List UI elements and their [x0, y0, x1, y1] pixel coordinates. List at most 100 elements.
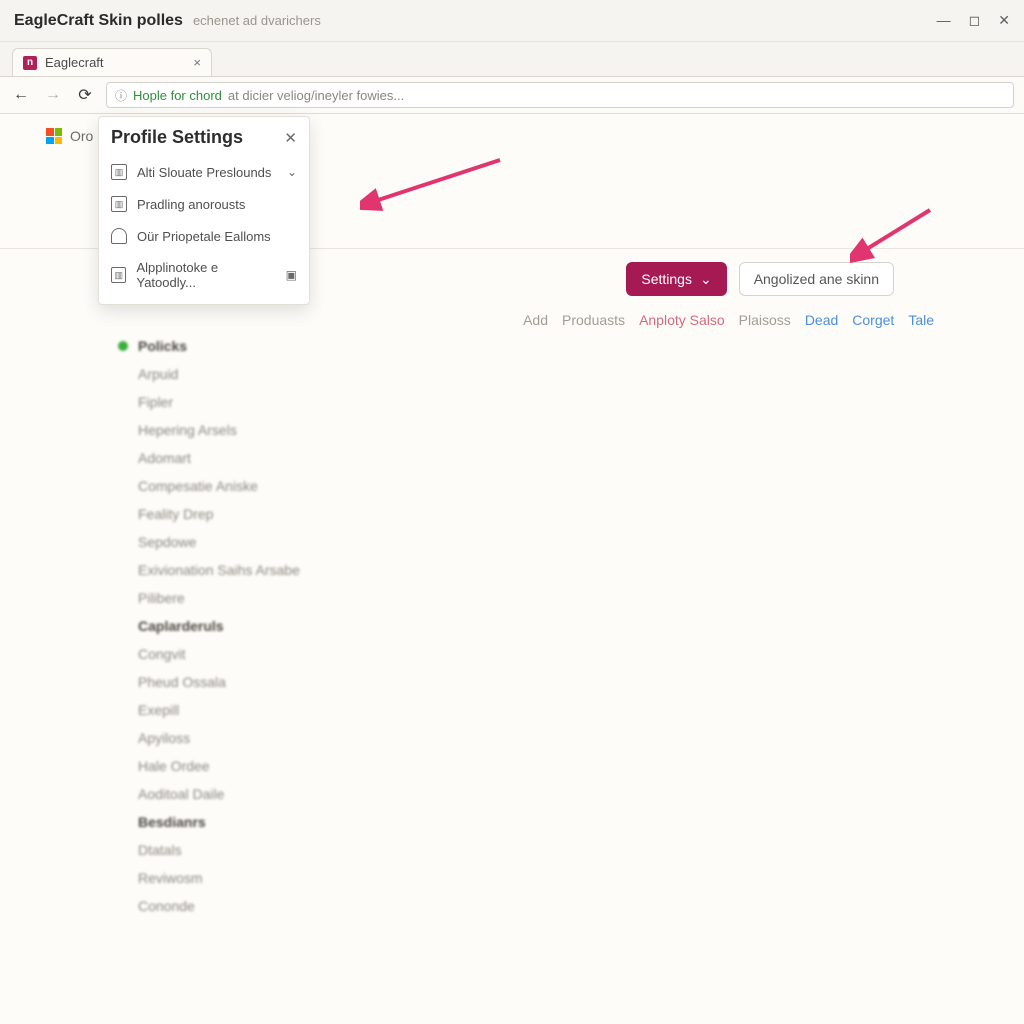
- sidebar-item[interactable]: Compesatie Aniske: [118, 472, 378, 500]
- window-controls: — ◻ ✕: [937, 12, 1010, 29]
- settings-button-label: Settings: [641, 271, 692, 287]
- sidebar-item-label: Hale Ordee: [138, 758, 210, 774]
- sidebar-item[interactable]: Exivionation Saihs Arsabe: [118, 556, 378, 584]
- sidebar-item-label: Congvit: [138, 646, 185, 662]
- chevron-down-icon: ⌄: [700, 271, 712, 288]
- sidebar-item[interactable]: Besdianrs: [118, 808, 378, 836]
- window-subtitle: echenet ad dvarichers: [193, 13, 321, 28]
- panel-close-icon[interactable]: ✕: [284, 129, 297, 147]
- sidebar-item-label: Sepdowe: [138, 534, 196, 550]
- minimize-icon[interactable]: —: [937, 12, 951, 29]
- back-button[interactable]: ←: [10, 84, 32, 106]
- sidebar-item[interactable]: Exepill: [118, 696, 378, 724]
- sidebar-item[interactable]: Policks: [118, 332, 378, 360]
- tab-label: Eaglecraft: [45, 55, 104, 70]
- sidebar-item-label: Exepill: [138, 702, 179, 718]
- panel-item[interactable]: Oür Priopetale Ealloms: [99, 220, 309, 252]
- sidebar-item[interactable]: Reviwosm: [118, 864, 378, 892]
- page-crumb: Oro: [46, 128, 93, 144]
- sidebar-item[interactable]: Dtatals: [118, 836, 378, 864]
- window-title: EagleCraft Skin polles: [14, 12, 183, 30]
- panel-item-label: Pradling anorousts: [137, 197, 245, 212]
- sidebar-item[interactable]: Fipler: [118, 388, 378, 416]
- subnav-link[interactable]: Add: [523, 312, 548, 328]
- sidebar-item-label: Adomart: [138, 450, 191, 466]
- tab-close-icon[interactable]: ×: [193, 55, 201, 70]
- sidebar-item-label: Fipler: [138, 394, 173, 410]
- sidebar-item[interactable]: Adomart: [118, 444, 378, 472]
- browser-tab[interactable]: n Eaglecraft ×: [12, 48, 212, 76]
- url-rest: at dicier veliog/ineyler fowies...: [228, 88, 404, 103]
- annotation-arrow-icon: [360, 154, 520, 214]
- sidebar-item[interactable]: Apyiloss: [118, 724, 378, 752]
- subnav-link[interactable]: Plaisoss: [739, 312, 791, 328]
- panel-item-label: Alti Slouate Preslounds: [137, 165, 271, 180]
- sidebar-item-label: Compesatie Aniske: [138, 478, 258, 494]
- page-content: Oro Profile Settings ✕ ▥ Alti Slouate Pre…: [0, 114, 1024, 1024]
- secondary-button[interactable]: Angolized ane skinn: [739, 262, 894, 296]
- tab-favicon-icon: n: [23, 56, 37, 70]
- sidebar-item-label: Besdianrs: [138, 814, 206, 830]
- sidebar-item-label: Policks: [138, 338, 187, 354]
- subnav-link[interactable]: Dead: [805, 312, 838, 328]
- sidebar-item[interactable]: Aoditoal Daile: [118, 780, 378, 808]
- sidebar-item-label: Aoditoal Daile: [138, 786, 224, 802]
- sidebar-item-label: Reviwosm: [138, 870, 203, 886]
- sidebar-item[interactable]: Congvit: [118, 640, 378, 668]
- window-titlebar: EagleCraft Skin polles echenet ad dvaric…: [0, 0, 1024, 42]
- annotation-arrow-icon: [850, 204, 950, 264]
- sidebar-item-label: Feality Drep: [138, 506, 213, 522]
- panel-item[interactable]: ▥ Pradling anorousts: [99, 188, 309, 220]
- url-input[interactable]: ⓘ Hople for chord at dicier veliog/ineyl…: [106, 82, 1014, 108]
- sub-nav: Add Produasts Anploty Salso Plaisoss Dead Cor…: [523, 312, 934, 328]
- action-bar: Settings ⌄ Angolized ane skinn: [626, 262, 894, 296]
- sidebar-item-label: Exivionation Saihs Arsabe: [138, 562, 300, 578]
- sidebar-item[interactable]: Feality Drep: [118, 500, 378, 528]
- panel-item[interactable]: ▥ Alti Slouate Preslounds ⌄: [99, 156, 309, 188]
- secondary-button-label: Angolized ane skinn: [754, 271, 879, 287]
- sidebar-item[interactable]: Arpuid: [118, 360, 378, 388]
- grid-logo-icon: [46, 128, 62, 144]
- sidebar-item[interactable]: Hale Ordee: [118, 752, 378, 780]
- sidebar-item[interactable]: Pilibere: [118, 584, 378, 612]
- sidebar-item[interactable]: Hepering Arsels: [118, 416, 378, 444]
- person-icon: [111, 228, 127, 244]
- url-secure-part: Hople for chord: [133, 88, 222, 103]
- sidebar-item-label: Caplarderuls: [138, 618, 224, 634]
- browser-address-bar: ← → ⟳ ⓘ Hople for chord at dicier veliog…: [0, 76, 1024, 114]
- panel-item-label: Alpplinotoke e Yatoodly...: [136, 260, 275, 290]
- sidebar-list: Policks Arpuid Fipler Hepering Arsels Adomar…: [118, 332, 378, 920]
- box-icon: ▥: [111, 196, 127, 212]
- page-crumb-text: Oro: [70, 128, 93, 144]
- sidebar-item[interactable]: Sepdowe: [118, 528, 378, 556]
- sidebar-item[interactable]: Caplarderuls: [118, 612, 378, 640]
- sidebar-item-label: Cononde: [138, 898, 195, 914]
- settings-button[interactable]: Settings ⌄: [626, 262, 726, 296]
- panel-item-label: Oür Priopetale Ealloms: [137, 229, 271, 244]
- sidebar-item-label: Arpuid: [138, 366, 178, 382]
- sidebar-item-label: Pilibere: [138, 590, 185, 606]
- profile-settings-panel: Profile Settings ✕ ▥ Alti Slouate Preslou…: [98, 116, 310, 305]
- close-icon[interactable]: ✕: [998, 12, 1010, 29]
- subnav-link[interactable]: Tale: [908, 312, 934, 328]
- panel-header: Profile Settings ✕: [99, 117, 309, 156]
- lock-icon: ⓘ: [115, 87, 127, 104]
- panel-title: Profile Settings: [111, 127, 243, 148]
- browser-tabstrip: n Eaglecraft ×: [0, 42, 1024, 76]
- subnav-link[interactable]: Produasts: [562, 312, 625, 328]
- box-icon: ▥: [111, 267, 126, 283]
- maximize-icon[interactable]: ◻: [969, 12, 981, 29]
- sidebar-item-label: Hepering Arsels: [138, 422, 237, 438]
- chevron-down-icon: ⌄: [287, 165, 297, 179]
- forward-button[interactable]: →: [42, 84, 64, 106]
- sidebar-item-label: Pheud Ossala: [138, 674, 226, 690]
- panel-item[interactable]: ▥ Alpplinotoke e Yatoodly... ▣: [99, 252, 309, 298]
- reload-button[interactable]: ⟳: [74, 84, 96, 106]
- box-icon: ▥: [111, 164, 127, 180]
- square-icon: ▣: [286, 268, 297, 282]
- sidebar-item[interactable]: Cononde: [118, 892, 378, 920]
- sidebar-item[interactable]: Pheud Ossala: [118, 668, 378, 696]
- subnav-link[interactable]: Anploty Salso: [639, 312, 725, 328]
- status-dot-icon: [118, 341, 128, 351]
- subnav-link[interactable]: Corget: [852, 312, 894, 328]
